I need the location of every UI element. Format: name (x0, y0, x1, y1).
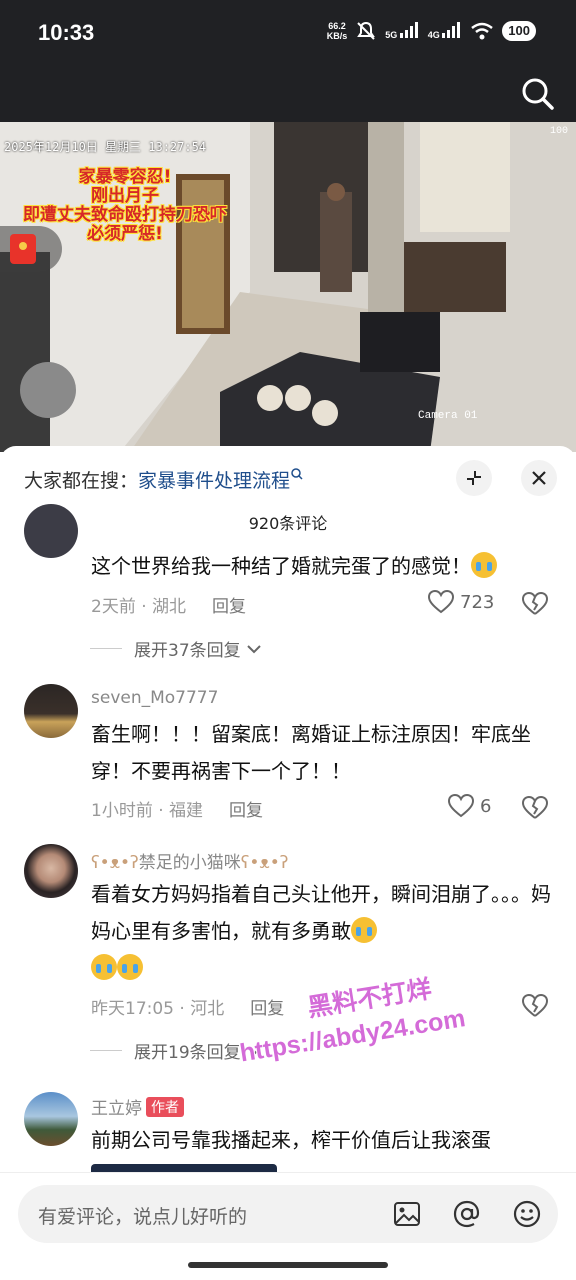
close-button[interactable] (521, 460, 557, 496)
heart-icon (428, 590, 454, 614)
comment-text: 前期公司号靠我播起来，榨干价值后让我滚蛋 (91, 1128, 491, 1152)
emoji-icon[interactable] (512, 1199, 542, 1229)
divider (90, 648, 122, 649)
comment-input[interactable]: 有爱评论，说点儿好听的 (18, 1185, 558, 1243)
camera-signal: 100 (549, 126, 568, 137)
comment-sheet: 大家都在搜：家暴事件处理流程 920条评论 这个世界给我一种结了婚就完蛋了的感觉… (0, 446, 576, 1280)
comment-meta: 1小时前 · 福建 回复 (91, 801, 264, 821)
status-indicators: 66.2 KB/s 5G 4G 100 (327, 20, 536, 42)
username[interactable]: seven_Mo7777 (91, 688, 218, 708)
avatar[interactable] (24, 504, 78, 558)
video-top-bar (0, 68, 576, 122)
username[interactable]: ʕ•ᴥ•ʔ禁足的小猫咪ʕ•ᴥ•ʔ (91, 848, 288, 873)
author-badge: 作者 (146, 1097, 184, 1117)
battery-indicator: 100 (502, 21, 536, 41)
home-indicator[interactable] (188, 1262, 388, 1268)
red-packet-button[interactable] (0, 226, 62, 272)
comment-input-placeholder: 有爱评论，说点儿好听的 (38, 1206, 248, 1228)
status-bar: 10:33 66.2 KB/s 5G 4G 100 (0, 0, 576, 68)
shrink-icon (467, 471, 481, 485)
shrink-button[interactable] (456, 460, 492, 496)
camera-label: Camera 01 (418, 410, 478, 422)
comment-meta: 2天前 · 湖北 回复 (91, 597, 247, 617)
hot-search-bar[interactable]: 大家都在搜：家暴事件处理流程 (24, 466, 304, 493)
at-icon[interactable] (452, 1199, 482, 1229)
like-count: 6 (480, 795, 492, 817)
camera-timestamp: 2025年12月10日 星期三 13:27:54 (4, 140, 207, 154)
avatar[interactable] (24, 1092, 78, 1146)
expand-replies-button[interactable]: 展开37条回复 (90, 636, 263, 661)
crying-emoji-icon (91, 954, 117, 980)
video-player[interactable]: 2025年12月10日 星期三 13:27:54 100 Camera 01 家… (0, 122, 576, 452)
signal-bars-icon (399, 22, 418, 38)
comment-count: 920条评论 (248, 514, 328, 533)
wifi-icon (471, 22, 494, 40)
heart-icon (448, 794, 474, 818)
like-button[interactable]: 723 (428, 590, 494, 614)
chevron-down-icon (246, 644, 261, 653)
signal-5g: 5G (385, 22, 420, 40)
broken-heart-icon[interactable] (522, 994, 548, 1018)
status-time: 10:33 (38, 20, 95, 45)
mute-icon (357, 21, 376, 40)
net-speed: 66.2 KB/s (326, 21, 348, 41)
hot-search-prefix: 大家都在搜： (24, 470, 139, 492)
comment-text: 这个世界给我一种结了婚就完蛋了的感觉！ (91, 548, 551, 585)
bear-emoji-icon: ʕ•ᴥ•ʔ (240, 853, 289, 873)
broken-heart-icon[interactable] (522, 592, 548, 616)
username[interactable]: 王立婷 作者 (91, 1094, 184, 1119)
close-icon (532, 471, 546, 485)
signal-4g: 4G (428, 22, 463, 40)
reply-button[interactable]: 回复 (212, 597, 246, 617)
avatar[interactable] (24, 844, 78, 898)
image-icon[interactable] (392, 1199, 422, 1229)
red-packet-icon (10, 234, 36, 264)
avatar[interactable] (24, 684, 78, 738)
comment-text: 畜生啊！！！留案底！离婚证上标注原因！牢底坐穿！不要再祸害下一个了！！ (91, 722, 531, 783)
like-button[interactable]: 6 (448, 794, 491, 818)
hot-search-keyword[interactable]: 家暴事件处理流程 (138, 470, 290, 492)
signal-bars-icon (442, 22, 461, 38)
comment-text: 看着女方妈妈指着自己头让他开，瞬间泪崩了。。。妈妈心里有多害怕，就有多勇敢 (91, 876, 551, 987)
bear-emoji-icon: ʕ•ᴥ•ʔ (91, 853, 139, 873)
divider (90, 1050, 122, 1051)
crying-emoji-icon (351, 917, 377, 943)
crying-emoji-icon (471, 552, 497, 578)
like-count: 723 (460, 591, 495, 613)
reply-button[interactable]: 回复 (229, 801, 263, 821)
broken-heart-icon[interactable] (522, 796, 548, 820)
search-icon[interactable] (518, 74, 558, 114)
expand-replies-button[interactable]: 展开19条回复 (90, 1038, 263, 1063)
search-small-icon (291, 468, 303, 480)
crying-emoji-icon (117, 954, 143, 980)
